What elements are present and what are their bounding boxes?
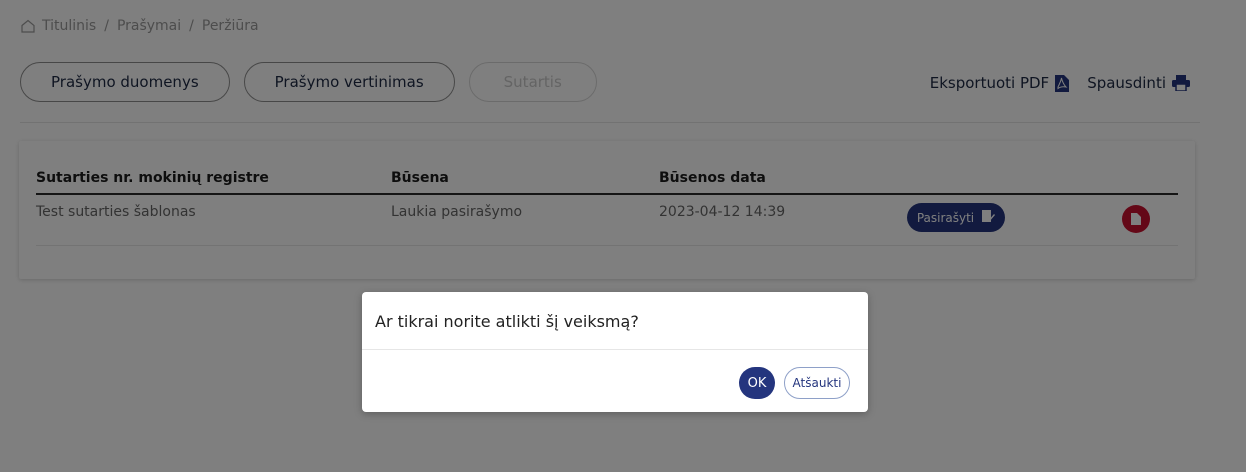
dialog-divider [362,349,868,350]
ok-button[interactable]: OK [739,367,775,399]
cancel-button[interactable]: Atšaukti [784,367,850,399]
confirm-message: Ar tikrai norite atlikti šį veiksmą? [375,312,639,331]
confirm-dialog: Ar tikrai norite atlikti šį veiksmą? OK … [362,292,868,412]
